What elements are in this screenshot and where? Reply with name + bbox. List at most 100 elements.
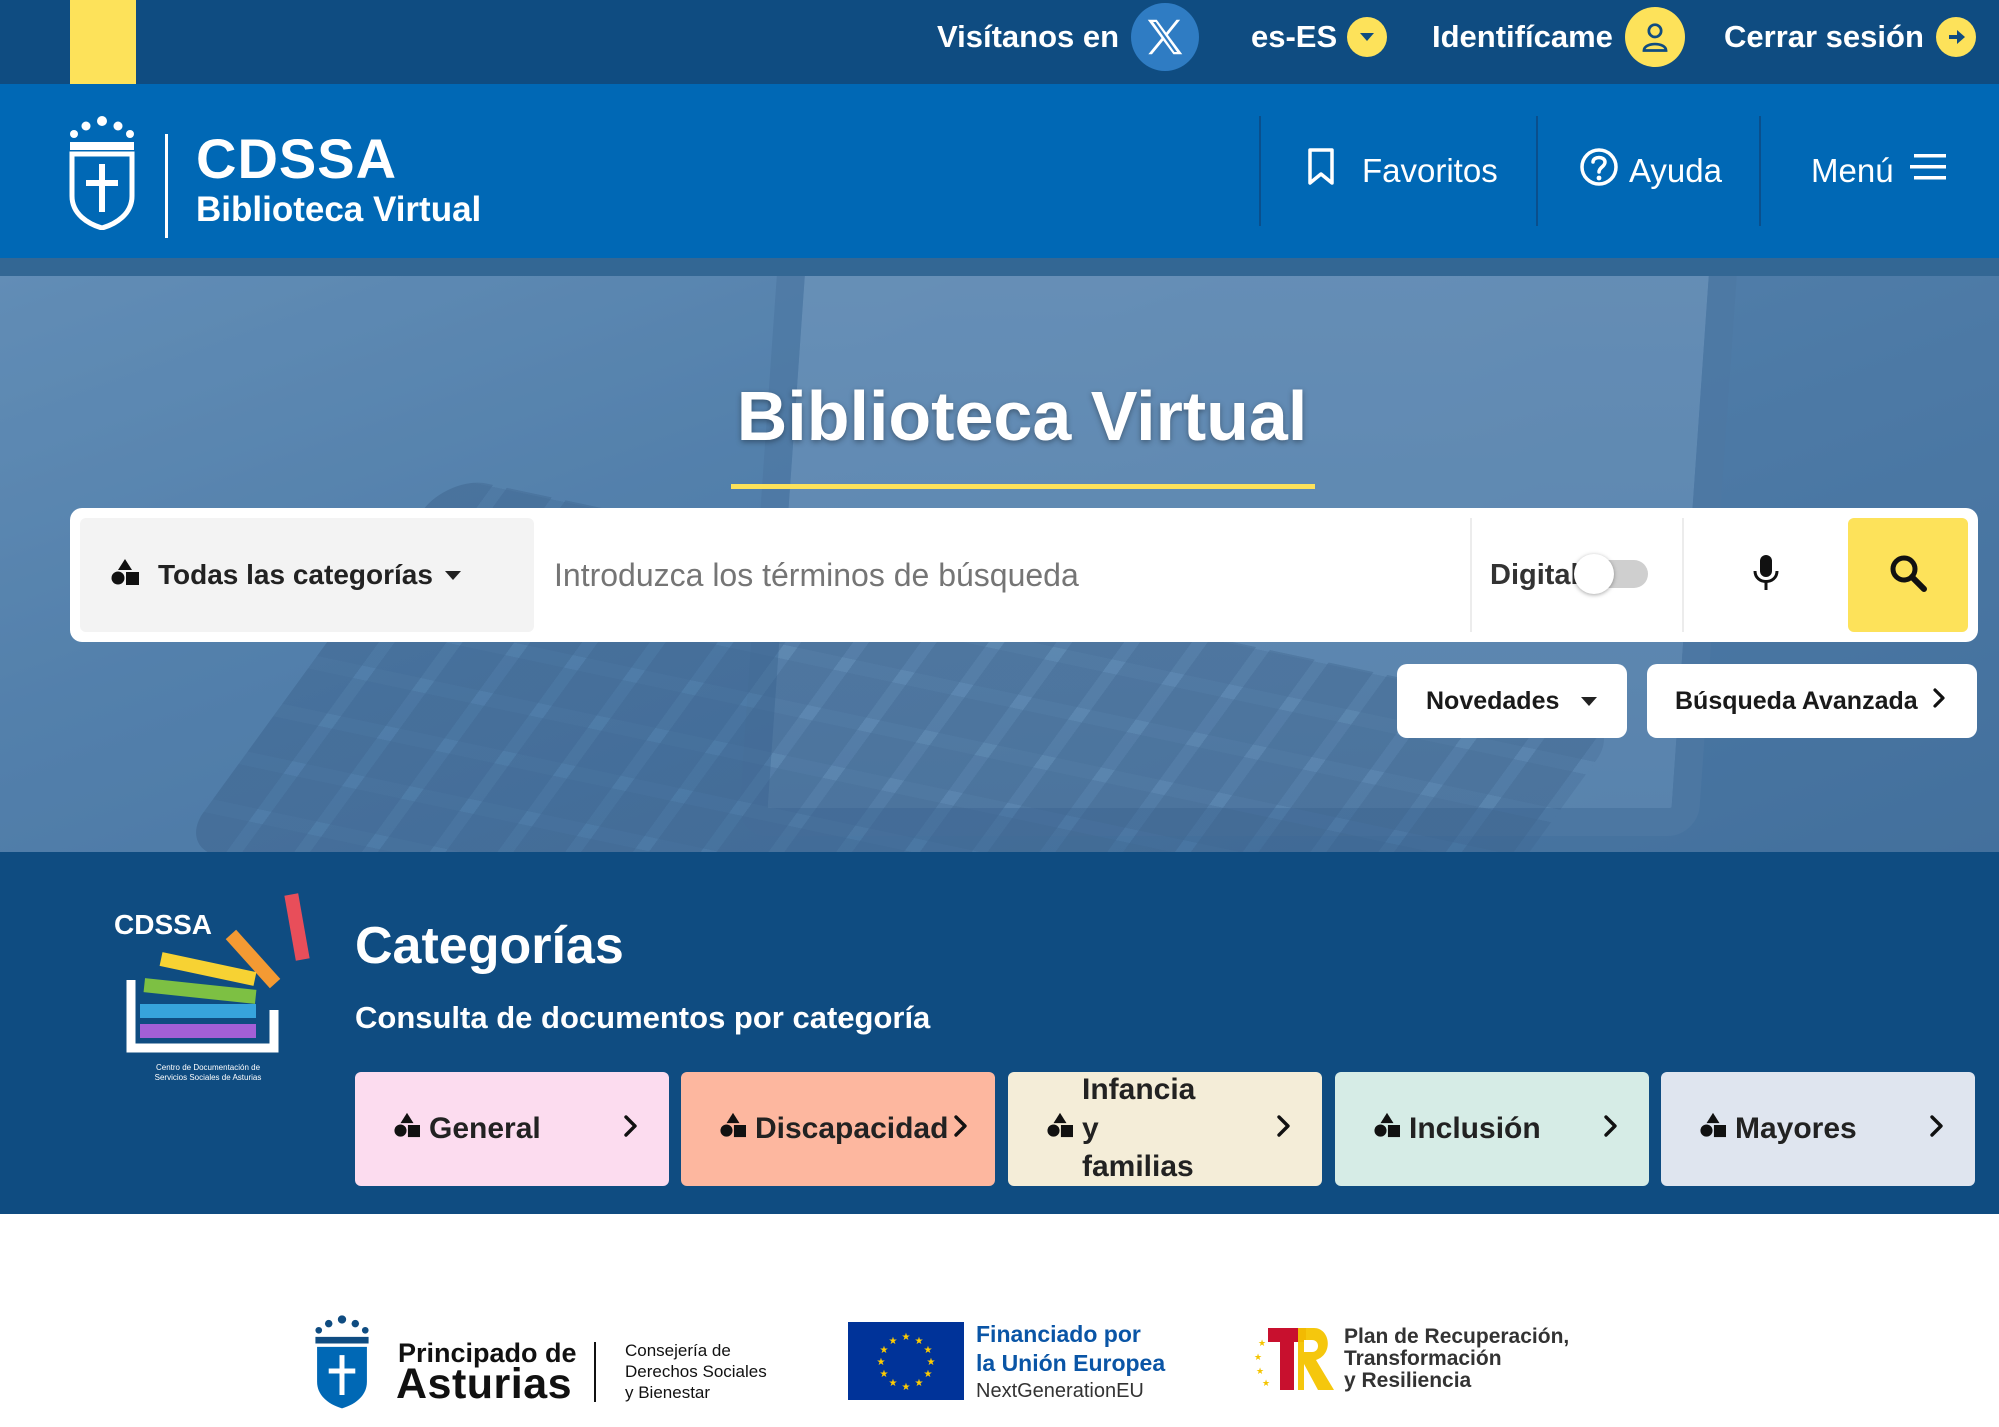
categories-title: Categorías (355, 917, 624, 975)
eu-funding-line: la Unión Europea (976, 1350, 1166, 1377)
shapes-icon (1699, 1112, 1727, 1146)
brand-subtitle[interactable]: Biblioteca Virtual (196, 190, 481, 230)
favorites-label: Favoritos (1362, 152, 1498, 189)
digital-label: Digital (1490, 558, 1579, 591)
svg-text:★: ★ (1256, 1366, 1264, 1376)
user-icon (1624, 7, 1685, 67)
search-input[interactable] (534, 518, 1538, 632)
search-separator (1470, 518, 1472, 632)
login-label: Identifícame (1432, 19, 1613, 54)
eu-nextgen-text: NextGenerationEU (976, 1380, 1144, 1402)
svg-text:★: ★ (924, 1369, 933, 1380)
novedades-dropdown[interactable]: Novedades (1397, 664, 1627, 738)
chevron-right-icon (1276, 1112, 1292, 1146)
chevron-right-icon (1932, 687, 1946, 716)
chevron-right-icon (1929, 1112, 1945, 1146)
brand-title[interactable]: CDSSA (196, 126, 397, 191)
x-logo-icon (1131, 3, 1200, 71)
menu-button[interactable]: Menú (1811, 116, 1948, 226)
eu-flag-icon: ★ ★ ★ ★ ★ ★ ★ ★ ★ ★ ★ ★ (848, 1322, 964, 1400)
cdssa-logo: CDSSA Centro de Documentación de Servici… (110, 880, 310, 1095)
category-card-inclusion[interactable]: Inclusión (1335, 1072, 1649, 1186)
cdssa-logo-text: CDSSA (114, 909, 212, 940)
logo-divider (165, 134, 168, 238)
svg-text:★: ★ (880, 1345, 889, 1356)
shapes-icon (1046, 1112, 1074, 1146)
advanced-search-label: Búsqueda Avanzada (1675, 686, 1918, 715)
hamburger-icon (1909, 151, 1948, 191)
chevron-right-icon (1603, 1112, 1619, 1146)
prtr-logo: ★ ★ ★ ★ (1254, 1324, 1338, 1399)
prtr-line: y Resiliencia (1344, 1369, 1472, 1393)
chevron-right-icon (953, 1112, 969, 1146)
hero-title-underline (731, 484, 1315, 489)
category-card-discapacidad[interactable]: Discapacidad (681, 1072, 995, 1186)
language-selector[interactable]: es-ES (1251, 0, 1388, 74)
help-button[interactable]: Ayuda (1579, 116, 1722, 226)
svg-text:★: ★ (902, 1382, 911, 1393)
nav-separator (1536, 116, 1538, 226)
login-link[interactable]: Identifícame (1432, 0, 1685, 74)
footer-divider (594, 1342, 596, 1402)
category-select[interactable]: Todas las categorías (80, 518, 534, 632)
svg-text:★: ★ (889, 1378, 898, 1389)
asturias-text-line2: Asturias (396, 1360, 573, 1408)
footer: Principado de Asturias Consejería de Der… (0, 1214, 1999, 1427)
search-bar: Todas las categorías Digital (70, 508, 1978, 642)
help-label: Ayuda (1629, 152, 1722, 189)
category-card-mayores[interactable]: Mayores (1661, 1072, 1975, 1186)
logout-link[interactable]: Cerrar sesión (1724, 0, 1976, 74)
prtr-text: Plan de Recuperación, Transformación y R… (1344, 1325, 1570, 1393)
svg-text:★: ★ (1254, 1352, 1262, 1362)
search-icon (1888, 553, 1928, 598)
search-button[interactable] (1848, 518, 1968, 632)
advanced-search-button[interactable]: Búsqueda Avanzada (1647, 664, 1977, 738)
digital-toggle-knob (1574, 554, 1614, 594)
help-circle-icon (1579, 147, 1619, 195)
bookmark-icon (1306, 147, 1336, 195)
category-card-general[interactable]: General (355, 1072, 669, 1186)
category-label: Mayores (1735, 1111, 1857, 1145)
prtr-line: Plan de Recuperación, (1344, 1325, 1570, 1348)
svg-text:★: ★ (880, 1369, 889, 1380)
consejeria-line: y Bienestar (625, 1383, 711, 1403)
svg-text:★: ★ (924, 1345, 933, 1356)
categories-subtitle: Consulta de documentos por categoría (355, 1000, 931, 1035)
eu-funding-line: Financiado por (976, 1321, 1141, 1347)
svg-text:★: ★ (1258, 1338, 1266, 1348)
svg-text:★: ★ (915, 1336, 924, 1347)
social-visit-link[interactable]: Visítanos en (937, 0, 1200, 74)
svg-text:★: ★ (902, 1332, 911, 1343)
shapes-icon (393, 1112, 421, 1146)
voice-search-button[interactable] (1684, 518, 1848, 632)
cdssa-logo-caption: Servicios Sociales de Asturias (155, 1073, 262, 1082)
menu-label: Menú (1811, 152, 1894, 189)
category-select-value: Todas las categorías (158, 559, 433, 590)
shapes-icon (1373, 1112, 1401, 1146)
caret-down-icon (444, 570, 461, 580)
digital-toggle[interactable] (1574, 554, 1648, 594)
main-header: CDSSA Biblioteca Virtual Favoritos Ayuda… (0, 84, 1999, 276)
shapes-icon (110, 558, 140, 593)
category-label: Inclusión (1409, 1111, 1541, 1145)
consejeria-line: Consejería de (625, 1341, 731, 1360)
novedades-label: Novedades (1426, 686, 1560, 715)
hero-section: Biblioteca Virtual Todas las categorías … (0, 276, 1999, 852)
logout-label: Cerrar sesión (1724, 19, 1924, 54)
category-card-infancia-familias[interactable]: Infancia y familias (1008, 1072, 1322, 1186)
prtr-line: Transformación (1344, 1347, 1502, 1371)
asturias-crest-logo[interactable] (66, 112, 138, 235)
microphone-icon (1752, 553, 1780, 598)
svg-text:★: ★ (889, 1336, 898, 1347)
svg-text:★: ★ (1262, 1378, 1270, 1388)
favorites-button[interactable]: Favoritos (1306, 116, 1498, 226)
chevron-right-icon (623, 1112, 639, 1146)
svg-text:★: ★ (915, 1378, 924, 1389)
language-label: es-ES (1251, 19, 1338, 54)
top-accent-bar (70, 0, 136, 92)
categories-section: CDSSA Centro de Documentación de Servici… (0, 852, 1999, 1214)
visit-label: Visítanos en (937, 19, 1120, 54)
cdssa-logo-caption: Centro de Documentación de (156, 1063, 261, 1072)
eu-funding-text: Financiado por la Unión Europea (976, 1320, 1165, 1379)
category-label: Infancia y familias (1082, 1073, 1196, 1184)
